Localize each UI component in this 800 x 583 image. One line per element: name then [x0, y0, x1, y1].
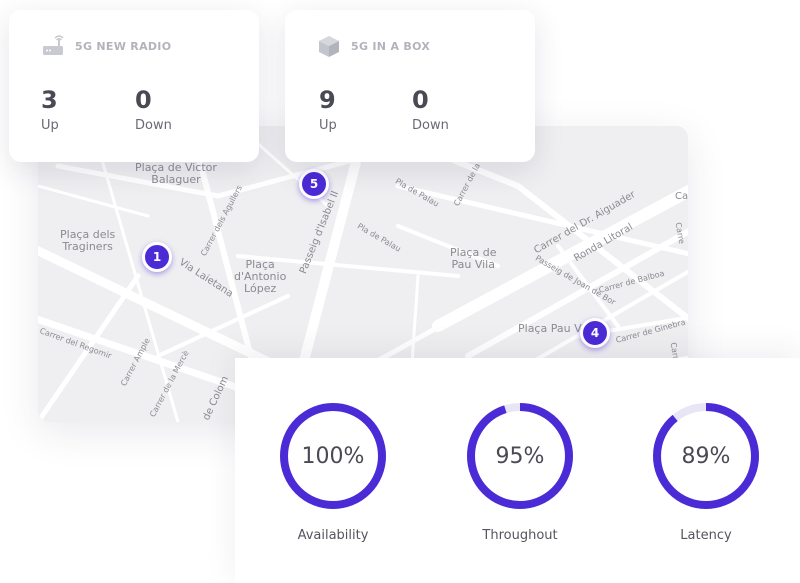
stat-value: 3 — [41, 86, 58, 114]
throughput-gauge: 95% Throughout — [465, 401, 575, 543]
gauge-value: 95% — [495, 443, 545, 469]
gauge-value: 100% — [301, 443, 365, 469]
stat-up: 3 Up — [41, 86, 59, 133]
card-header: 5G IN A BOX — [317, 34, 430, 58]
card-title: 5G IN A BOX — [351, 39, 431, 53]
stat-down: 0 Down — [135, 86, 172, 133]
router-icon — [43, 35, 64, 55]
stat-label: Down — [412, 118, 449, 133]
stat-label: Down — [135, 118, 172, 133]
availability-gauge: 100% Availability — [278, 401, 388, 543]
stat-value: 0 — [412, 86, 429, 114]
place-label: Plaça dels Traginers — [60, 228, 116, 253]
place-label: Plaça de Pau Vila — [450, 246, 497, 271]
card-title: 5G NEW RADIO — [75, 39, 172, 53]
gauge-label: Availability — [297, 528, 369, 543]
place-label: Plaça d'Antonio López — [234, 258, 287, 295]
gauge-label: Latency — [680, 528, 732, 543]
map-pin[interactable]: 1 — [142, 242, 172, 272]
metrics-panel: 100% Availability 95% Throughout 89% Lat… — [235, 358, 800, 583]
stat-up: 9 Up — [319, 86, 337, 133]
stat-label: Up — [319, 118, 337, 133]
map-pin[interactable]: 4 — [580, 318, 610, 348]
stat-label: Up — [41, 118, 59, 133]
box-icon — [319, 36, 339, 57]
map-pin[interactable]: 5 — [299, 169, 329, 199]
place-label: Plaça Pau Vi — [518, 322, 585, 335]
street-label: Ca — [675, 191, 688, 202]
card-header: 5G NEW RADIO — [41, 34, 171, 58]
gauge-label: Throughout — [482, 528, 558, 543]
stat-down: 0 Down — [412, 86, 449, 133]
box-status-card: 5G IN A BOX 9 Up 0 Down — [285, 10, 535, 162]
gauge-value: 89% — [681, 443, 731, 469]
radio-status-card: 5G NEW RADIO 3 Up 0 Down — [9, 10, 259, 162]
place-label: Plaça de Victor Balaguer — [135, 161, 217, 186]
stat-value: 0 — [135, 86, 152, 114]
stat-value: 9 — [319, 86, 336, 114]
latency-gauge: 89% Latency — [651, 401, 761, 543]
